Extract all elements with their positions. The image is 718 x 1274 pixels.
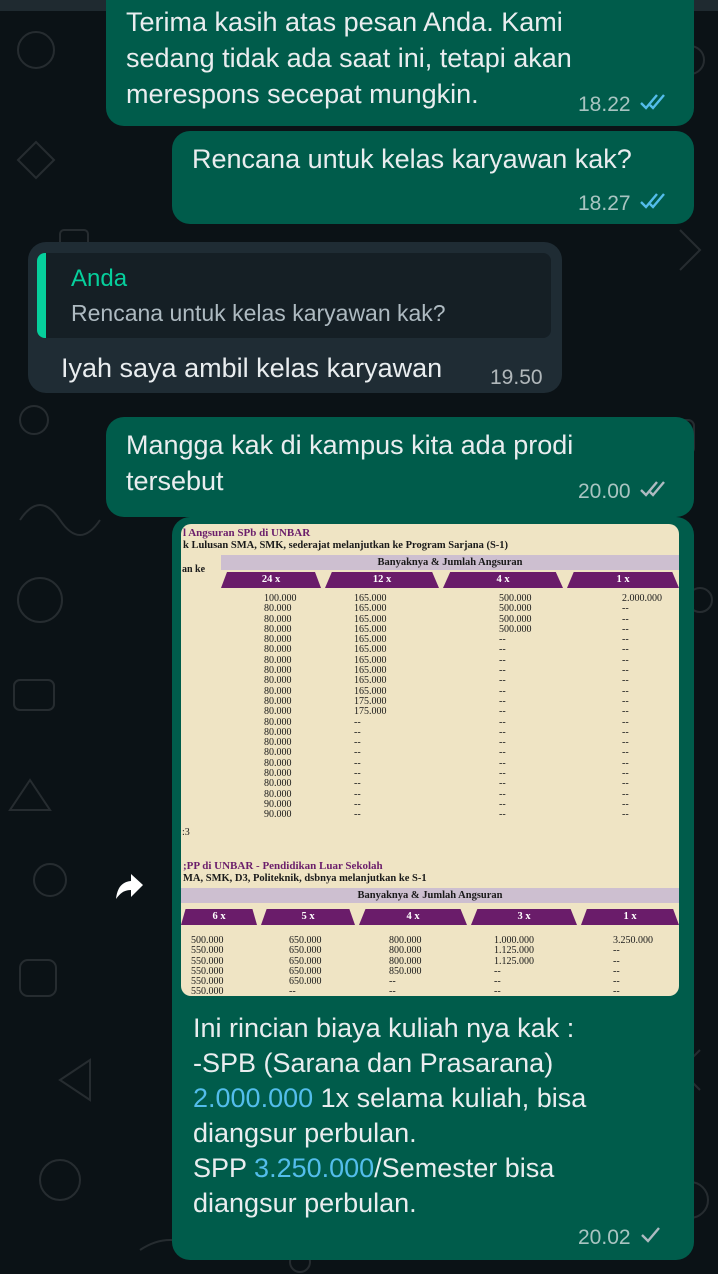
column-header: 4 x	[443, 572, 563, 588]
phone-number-link[interactable]: 3.250.000	[254, 1153, 374, 1183]
quoted-message[interactable]: Anda Rencana untuk kelas karyawan kak?	[37, 253, 551, 338]
table-column-values: 2.000.000 -- -- -- -- -- -- -- -- -- -- …	[622, 593, 662, 821]
table-title: l Angsuran SPb di UNBAR	[183, 527, 311, 539]
caption-line: diangsur perbulan.	[193, 1118, 417, 1148]
message-line: Mangga kak di kampus kita ada prodi	[126, 430, 574, 460]
phone-number-link[interactable]: 2.000.000	[193, 1083, 313, 1113]
message-line: merespons secepat mungkin.	[126, 79, 479, 109]
double-check-icon	[639, 480, 669, 504]
message-line: Rencana untuk kelas karyawan kak?	[192, 144, 632, 174]
caption-line: -SPB (Sarana dan Prasarana)	[193, 1048, 554, 1078]
caption-text: 1x selama kuliah, bisa	[313, 1083, 587, 1113]
table-subtitle: MA, SMK, D3, Politeknik, dsbnya melanjut…	[183, 873, 427, 884]
table-column-values: 800.000 800.000 800.000 850.000 -- --	[389, 935, 422, 996]
column-header: 4 x	[359, 909, 467, 925]
table-column-values: 165.000 165.000 165.000 165.000 165.000 …	[354, 593, 387, 821]
message-bubble-outgoing[interactable]: Terima kasih atas pesan Anda. Kami sedan…	[106, 0, 694, 126]
quote-text: Rencana untuk kelas karyawan kak?	[71, 300, 446, 326]
image-caption: Ini rincian biaya kuliah nya kak : -SPB …	[193, 1011, 586, 1221]
message-bubble-outgoing[interactable]: Mangga kak di kampus kita ada prodi ters…	[106, 417, 694, 517]
forward-icon[interactable]	[113, 870, 147, 904]
table-band-header: Banyaknya & Jumlah Angsuran	[221, 555, 679, 570]
single-check-icon	[639, 1226, 661, 1250]
table-title: ;PP di UNBAR - Pendidikan Luar Sekolah	[183, 860, 383, 872]
column-header: 1 x	[567, 572, 679, 588]
table-subtitle: k Lulusan SMA, SMK, sederajat melanjutka…	[183, 540, 509, 551]
column-header: 24 x	[221, 572, 321, 588]
table-band-header: Banyaknya & Jumlah Angsuran	[181, 888, 679, 903]
fee-table-image[interactable]: l Angsuran SPb di UNBAR k Lulusan SMA, S…	[181, 524, 679, 996]
message-line: tersebut	[126, 466, 224, 496]
table-column-values: 3.250.000 -- -- -- -- --	[613, 935, 653, 996]
table-column-values: 650.000 650.000 650.000 650.000 650.000 …	[289, 935, 322, 996]
column-header: 1 x	[581, 909, 679, 925]
row-label: :3	[182, 827, 190, 838]
column-header: 12 x	[325, 572, 439, 588]
double-check-icon	[639, 192, 669, 216]
message-line: sedang tidak ada saat ini, tetapi akan	[126, 43, 572, 73]
message-time: 18.22	[578, 93, 631, 116]
caption-line: 2.000.000 1x selama kuliah, bisa	[193, 1081, 586, 1116]
double-check-icon	[639, 93, 669, 117]
column-header: 6 x	[181, 909, 257, 925]
row-header: an ke	[182, 564, 206, 575]
caption-text: SPP	[193, 1153, 255, 1183]
table-column-values: 500.000 500.000 500.000 500.000 -- -- --…	[499, 593, 532, 821]
table-column-values: 100.000 80.000 80.000 80.000 80.000 80.0…	[264, 593, 297, 821]
message-line: Terima kasih atas pesan Anda. Kami	[126, 7, 563, 37]
caption-text: /Semester bisa	[374, 1153, 555, 1183]
message-time: 18.27	[578, 192, 631, 215]
message-time: 19.50	[490, 366, 543, 389]
column-header: 3 x	[471, 909, 577, 925]
message-bubble-outgoing[interactable]: Rencana untuk kelas karyawan kak? 18.27	[172, 131, 694, 224]
message-time: 20.00	[578, 480, 631, 503]
table-column-values: 1.000.000 1.125.000 1.125.000 -- -- --	[494, 935, 534, 996]
caption-line: Ini rincian biaya kuliah nya kak :	[193, 1013, 575, 1043]
message-line: Iyah saya ambil kelas karyawan	[61, 353, 443, 383]
table-column-values: 500.000 550.000 550.000 550.000 550.000 …	[191, 935, 224, 996]
caption-line: SPP 3.250.000/Semester bisa	[193, 1151, 586, 1186]
quote-author: Anda	[71, 265, 128, 292]
column-header: 5 x	[261, 909, 355, 925]
caption-line: diangsur perbulan.	[193, 1188, 417, 1218]
message-time: 20.02	[578, 1226, 631, 1249]
